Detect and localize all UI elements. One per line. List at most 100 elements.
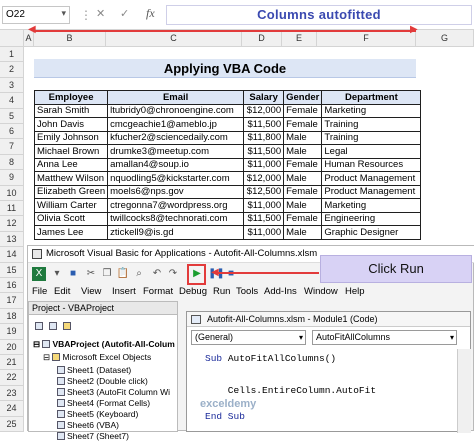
row-header[interactable]: 20 [0,339,24,355]
table-cell[interactable]: Male [283,225,323,240]
table-cell[interactable]: kfucher2@sciencedaily.com [107,130,245,145]
table-cell[interactable]: Human Resources [321,157,422,172]
undo-icon[interactable]: ↶ [150,267,164,281]
table-cell[interactable]: John Davis [33,117,109,132]
row-header[interactable]: 25 [0,416,24,432]
tree-sheet-item[interactable]: Sheet4 (Format Cells) [57,398,150,408]
header-department[interactable]: Department [321,90,422,105]
reset-icon[interactable]: ■ [224,267,238,281]
save-icon[interactable]: ■ [66,267,80,281]
tree-sheet-item[interactable]: Sheet5 (Keyboard) [57,409,138,419]
table-cell[interactable]: Female [283,157,323,172]
table-cell[interactable]: Emily Johnson [33,130,109,145]
view-code-icon[interactable] [35,321,45,331]
row-header[interactable]: 11 [0,201,24,217]
table-cell[interactable]: Anna Lee [33,157,109,172]
table-cell[interactable]: cmcgeachie1@ameblo.jp [107,117,245,132]
menu-help[interactable]: Help [345,285,365,299]
header-salary[interactable]: Salary [243,90,285,105]
row-header[interactable]: 19 [0,324,24,340]
row-header[interactable]: 12 [0,216,24,232]
table-cell[interactable]: Male [283,130,323,145]
tree-sheet-item[interactable]: Sheet7 (Sheet7) [57,431,129,441]
row-header[interactable]: 1 [0,47,24,63]
insert-function-button[interactable]: fx [146,6,155,21]
table-cell[interactable]: twillcocks8@technorati.com [107,211,245,226]
row-header[interactable]: 4 [0,93,24,109]
tree-excel-objects[interactable]: ⊟ Microsoft Excel Objects [43,352,151,363]
row-header[interactable]: 8 [0,154,24,171]
excel-view-icon[interactable]: X [32,267,46,281]
row-header[interactable]: 2 [0,62,24,78]
table-cell[interactable]: Olivia Scott [33,211,109,226]
paste-icon[interactable]: 📋 [116,267,130,281]
menu-tools[interactable]: Tools [236,285,258,299]
table-cell[interactable]: nquodling5@kickstarter.com [107,171,245,186]
table-cell[interactable]: Female [283,211,323,226]
row-header[interactable]: 13 [0,231,24,248]
table-cell[interactable]: William Carter [33,198,109,213]
menu-insert[interactable]: Insert [112,285,136,299]
row-header[interactable]: 24 [0,401,24,417]
code-scrollbar[interactable] [457,349,471,433]
object-combo[interactable]: (General) ▾ [191,330,306,345]
table-cell[interactable]: $12,000 [243,103,285,118]
row-header[interactable]: 16 [0,278,24,294]
column-header-b[interactable]: B [34,30,106,47]
row-header[interactable]: 7 [0,139,24,155]
select-all-corner[interactable] [0,30,24,47]
header-gender[interactable]: Gender [283,90,323,105]
table-cell[interactable]: Legal [321,144,422,159]
table-cell[interactable]: $11,000 [243,198,285,213]
table-cell[interactable]: $11,500 [243,211,285,226]
tree-sheet-item[interactable]: Sheet1 (Dataset) [57,365,131,375]
table-cell[interactable]: Training [321,117,422,132]
table-cell[interactable]: Matthew Wilson [33,171,109,186]
tree-vbaproject[interactable]: ⊟ VBAProject (Autofit-All-Colum [33,339,175,350]
menu-run[interactable]: Run [213,285,230,299]
column-header-g[interactable]: G [416,30,474,47]
tree-sheet-item[interactable]: Sheet2 (Double click) [57,376,148,386]
table-cell[interactable]: Product Management [321,184,422,199]
chevron-down-icon[interactable]: ▾ [299,331,303,344]
header-email[interactable]: Email [107,90,245,105]
row-header[interactable]: 10 [0,185,24,201]
row-header[interactable]: 5 [0,108,24,124]
find-icon[interactable]: ⌕ [132,267,146,281]
menu-edit[interactable]: Edit [54,285,70,299]
view-object-icon[interactable] [49,321,59,331]
table-cell[interactable]: Female [283,103,323,118]
table-cell[interactable]: Female [283,117,323,132]
table-cell[interactable]: Male [283,171,323,186]
cancel-icon[interactable]: ✕ [96,7,105,20]
row-header[interactable]: 17 [0,293,24,309]
table-cell[interactable]: Product Management [321,171,422,186]
table-cell[interactable]: James Lee [33,225,109,240]
name-box[interactable]: O22 ▾ [2,6,70,24]
row-header[interactable]: 15 [0,262,24,278]
row-header[interactable]: 9 [0,170,24,186]
copy-icon[interactable]: ❐ [100,267,114,281]
code-editor[interactable]: Sub AutoFitAllColumns() Cells.EntireColu… [187,349,457,433]
table-cell[interactable]: Engineering [321,211,422,226]
table-cell[interactable]: Female [283,184,323,199]
cut-icon[interactable]: ✂ [84,267,98,281]
table-cell[interactable]: $11,800 [243,130,285,145]
row-header[interactable]: 23 [0,385,24,402]
table-cell[interactable]: drumke3@meetup.com [107,144,245,159]
header-employee[interactable]: Employee [33,90,109,105]
table-cell[interactable]: Sarah Smith [33,103,109,118]
column-header-e[interactable]: E [282,30,317,47]
table-cell[interactable]: $12,000 [243,171,285,186]
tree-sheet-item[interactable]: Sheet3 (AutoFit Column Wi [57,387,170,397]
table-cell[interactable]: $11,500 [243,144,285,159]
column-header-f[interactable]: F [317,30,416,47]
table-cell[interactable]: Michael Brown [33,144,109,159]
table-cell[interactable]: ltubridy0@chronoengine.com [107,103,245,118]
table-cell[interactable]: Graphic Designer [321,225,422,240]
menu-add-ins[interactable]: Add-Ins [264,285,297,299]
row-header[interactable]: 3 [0,77,24,94]
row-header[interactable]: 6 [0,124,24,140]
column-header-c[interactable]: C [106,30,242,47]
row-header[interactable]: 14 [0,247,24,263]
